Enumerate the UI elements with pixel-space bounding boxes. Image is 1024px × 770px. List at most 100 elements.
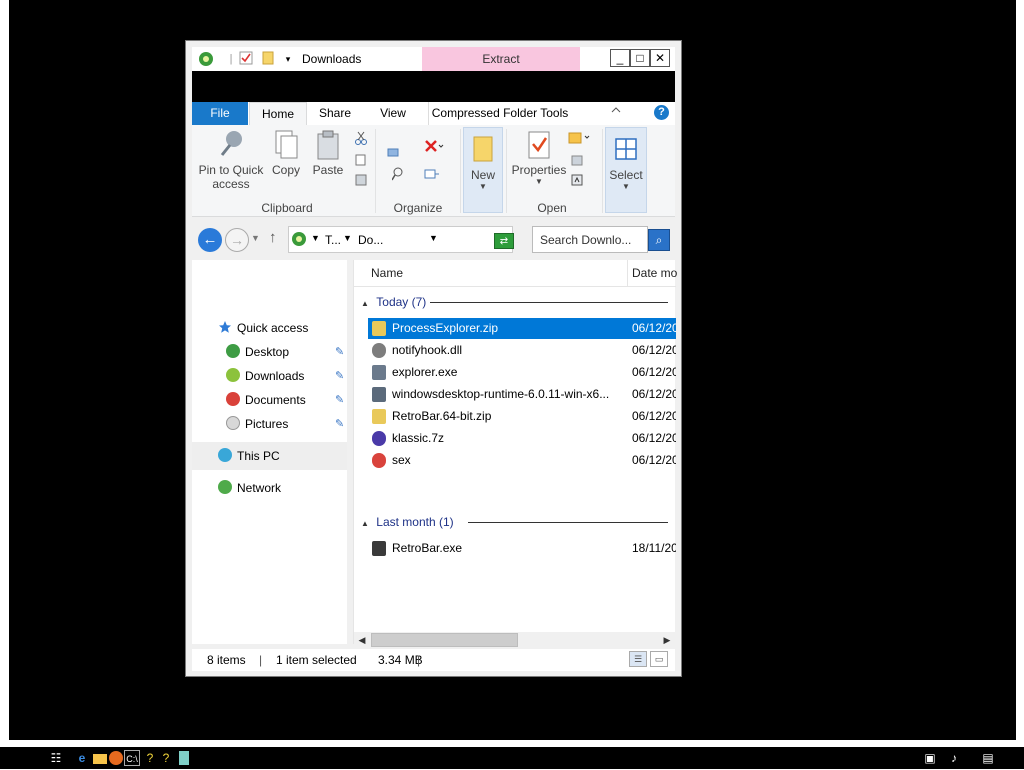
file-row[interactable]: windowsdesktop-runtime-6.0.11-win-x6... 0…: [368, 384, 676, 405]
file-row[interactable]: ProcessExplorer.zip 06/12/20: [368, 318, 676, 339]
scroll-thumb[interactable]: [371, 633, 518, 647]
ribbon-collapse-icon[interactable]: [610, 104, 626, 122]
address-history-dropdown-icon[interactable]: ▼: [429, 233, 438, 243]
action-center-icon[interactable]: ▤: [980, 750, 996, 766]
notepad-icon[interactable]: [176, 750, 192, 766]
file-row[interactable]: sex 06/12/20: [368, 450, 676, 471]
close-button[interactable]: ✕: [650, 49, 670, 67]
firefox-icon[interactable]: [108, 750, 124, 766]
pin-label-line-2: access: [212, 177, 250, 191]
paste-button[interactable]: Paste: [308, 129, 348, 177]
nav-desktop[interactable]: Desktop: [226, 342, 289, 362]
refresh-icon[interactable]: ⇄: [494, 233, 514, 249]
task-view-icon[interactable]: ☷: [48, 750, 64, 766]
collapse-triangle-icon: ▲: [361, 299, 369, 308]
nav-label: Desktop: [245, 345, 290, 359]
new-button[interactable]: New ▼: [463, 127, 503, 213]
up-arrow-icon[interactable]: ↑: [269, 229, 277, 246]
tab-home[interactable]: Home: [249, 102, 307, 125]
column-divider[interactable]: [627, 260, 628, 286]
back-button[interactable]: ←: [198, 228, 222, 252]
pinned-icon[interactable]: ✎: [335, 370, 347, 382]
qat-customize-dropdown-icon[interactable]: ▾: [280, 51, 296, 67]
installer-icon: [372, 387, 386, 402]
column-header-row: Name Date mo: [354, 260, 677, 287]
volume-tray-icon[interactable]: ♪: [946, 750, 962, 766]
group-title: Today (7): [376, 295, 427, 309]
column-date-modified[interactable]: Date mo: [632, 266, 677, 280]
cut-icon[interactable]: [354, 131, 368, 145]
breadcrumb-segment-1[interactable]: T...: [325, 233, 341, 247]
nav-documents[interactable]: Documents: [226, 390, 306, 410]
breadcrumb-segment-2[interactable]: Do...: [358, 233, 383, 247]
pin-to-quick-access-button[interactable]: Pin to Quick access: [198, 129, 264, 191]
title-bar[interactable]: | ▾ Downloads Extract _ □ ✕: [192, 47, 675, 71]
properties-button[interactable]: Properties ▼: [510, 129, 568, 186]
file-row[interactable]: RetroBar.64-bit.zip 06/12/20: [368, 406, 676, 427]
maximize-button[interactable]: □: [630, 49, 650, 67]
edge-browser-icon[interactable]: e: [74, 750, 90, 766]
delete-icon[interactable]: [424, 139, 444, 153]
tab-share[interactable]: Share: [312, 102, 358, 125]
move-to-icon[interactable]: [386, 145, 400, 159]
file-row[interactable]: klassic.7z 06/12/20: [368, 428, 676, 449]
generic-file-icon: [372, 453, 386, 468]
open-folder-icon[interactable]: [568, 131, 592, 145]
help-tips-icon-2[interactable]: ?: [158, 750, 174, 766]
help-icon[interactable]: ?: [654, 105, 669, 120]
chevron-right-icon[interactable]: ▼: [343, 233, 352, 243]
nav-network[interactable]: Network: [218, 478, 281, 498]
star-icon: [218, 320, 232, 334]
edit-icon[interactable]: [570, 153, 584, 167]
collapse-triangle-icon: ▲: [361, 519, 369, 528]
select-button[interactable]: Select ▼: [605, 127, 647, 213]
rename-icon[interactable]: [391, 167, 406, 181]
tab-view[interactable]: View: [370, 102, 416, 125]
chevron-right-icon[interactable]: ▼: [311, 233, 320, 243]
tab-file[interactable]: File: [192, 102, 248, 125]
properties-check-icon[interactable]: [238, 51, 254, 67]
network-tray-icon[interactable]: ▣: [922, 750, 938, 766]
details-view-icon[interactable]: ☰: [629, 651, 647, 667]
nav-pictures[interactable]: Pictures: [226, 414, 288, 434]
nav-downloads[interactable]: Downloads: [226, 366, 304, 386]
file-date: 06/12/20: [632, 321, 676, 335]
history-icon[interactable]: [570, 173, 584, 187]
forward-button[interactable]: →: [225, 228, 249, 252]
minimize-button[interactable]: _: [610, 49, 630, 67]
nav-quick-access[interactable]: Quick access: [218, 318, 308, 338]
command-prompt-icon[interactable]: C:\: [124, 750, 140, 766]
open-group-label: Open: [537, 201, 567, 215]
app-icon: [372, 541, 386, 556]
file-row[interactable]: explorer.exe 06/12/20: [368, 362, 676, 383]
selection-size: 3.34 MB: [378, 653, 423, 667]
file-row[interactable]: notifyhook.dll 06/12/20: [368, 340, 676, 361]
pinned-icon[interactable]: ✎: [335, 394, 347, 406]
scroll-left-icon[interactable]: ◀: [354, 632, 370, 648]
pinned-icon[interactable]: ✎: [335, 418, 347, 430]
address-bar[interactable]: ▼ T... ▼ Do... ▼: [288, 226, 513, 253]
column-name[interactable]: Name: [371, 266, 403, 280]
contextual-tab-extract[interactable]: Extract: [422, 47, 580, 71]
horizontal-scrollbar[interactable]: ◀ ▶: [354, 632, 675, 648]
group-header-last-month[interactable]: ▲ Last month (1): [361, 515, 454, 529]
copy-to-icon[interactable]: [424, 167, 440, 181]
scroll-right-icon[interactable]: ▶: [659, 632, 675, 648]
large-icons-view-icon[interactable]: ▭: [650, 651, 668, 667]
copy-path-icon[interactable]: [354, 153, 368, 167]
recent-locations-chevron-icon[interactable]: ▼: [251, 233, 260, 243]
paste-shortcut-icon[interactable]: [354, 173, 368, 187]
group-header-today[interactable]: ▲ Today (7): [361, 295, 426, 309]
search-input[interactable]: Search Downlo...: [532, 226, 648, 253]
search-icon[interactable]: ⌕: [648, 229, 670, 251]
file-row[interactable]: RetroBar.exe 18/11/20: [368, 538, 676, 559]
pinned-icon[interactable]: ✎: [335, 346, 347, 358]
tab-compressed-folder-tools[interactable]: Compressed Folder Tools: [428, 102, 571, 125]
file-explorer-icon[interactable]: [92, 750, 108, 766]
desktop-icon: [226, 344, 240, 358]
new-folder-icon[interactable]: [260, 51, 276, 67]
copy-button[interactable]: Copy: [266, 129, 306, 177]
nav-this-pc[interactable]: This PC: [218, 446, 280, 466]
app-icon[interactable]: [198, 51, 214, 67]
help-tips-icon[interactable]: ?: [142, 750, 158, 766]
